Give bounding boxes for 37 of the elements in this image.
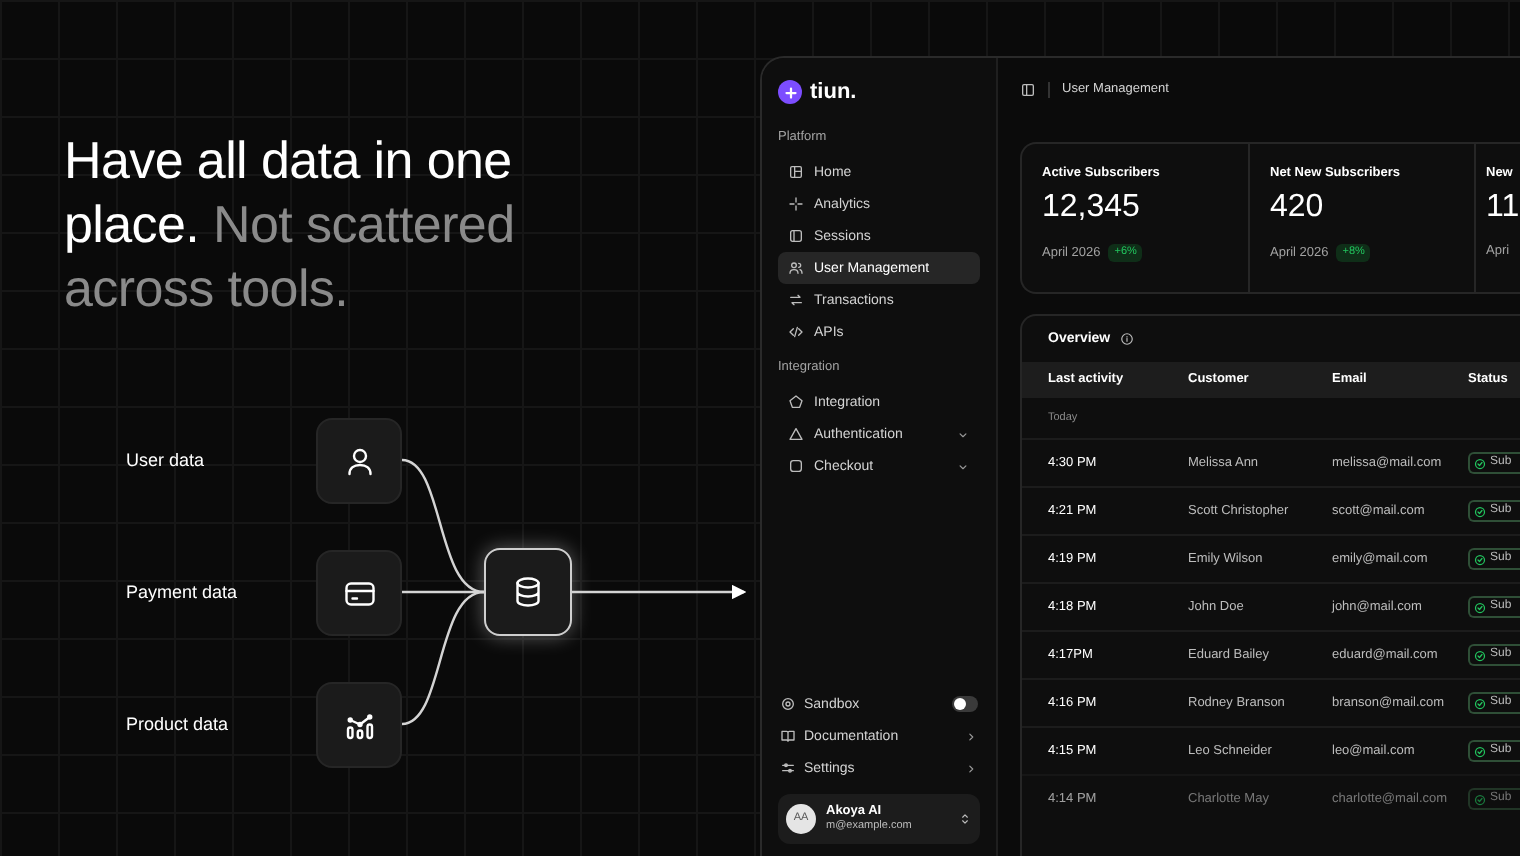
triangle-icon	[788, 426, 804, 442]
headline: Have all data in one place. Not scattered across tools.	[64, 128, 517, 320]
info-icon	[1120, 332, 1135, 346]
stat-value: 420	[1270, 188, 1326, 228]
chevron-up-down-icon	[958, 812, 972, 826]
panel-icon	[788, 228, 804, 244]
gear-icon	[780, 696, 796, 712]
sidebar-toggle-icon	[1020, 82, 1036, 98]
brand-name: tiun.	[810, 78, 857, 106]
book-icon	[780, 728, 796, 744]
swap-arrows-icon	[788, 292, 804, 308]
chevron-right-icon	[964, 761, 978, 775]
check-circle-icon	[1474, 601, 1486, 613]
square-icon	[788, 458, 804, 474]
check-circle-icon	[1474, 697, 1486, 709]
check-circle-icon	[1474, 553, 1486, 565]
check-circle-icon	[1474, 793, 1486, 805]
chevron-right-icon	[964, 729, 978, 743]
users-icon	[788, 260, 804, 276]
sliders-icon	[780, 760, 796, 776]
node-label: Product data	[126, 714, 229, 736]
check-circle-icon	[1474, 457, 1486, 469]
pentagon-icon	[788, 394, 804, 410]
code-icon	[788, 324, 804, 340]
layout-icon	[788, 164, 804, 180]
sparkle-icon	[788, 196, 804, 212]
check-circle-icon	[1474, 745, 1486, 757]
toggle-switch[interactable]	[952, 696, 978, 712]
stat-value: 12,345	[1042, 188, 1142, 228]
chevron-down-icon	[956, 459, 970, 473]
check-circle-icon	[1474, 649, 1486, 661]
chevron-down-icon	[956, 427, 970, 441]
check-circle-icon	[1474, 505, 1486, 517]
node-label: Payment data	[126, 582, 238, 604]
stat-value: 11	[1486, 188, 1520, 228]
database-icon	[510, 574, 546, 610]
node-label: User data	[126, 450, 205, 472]
